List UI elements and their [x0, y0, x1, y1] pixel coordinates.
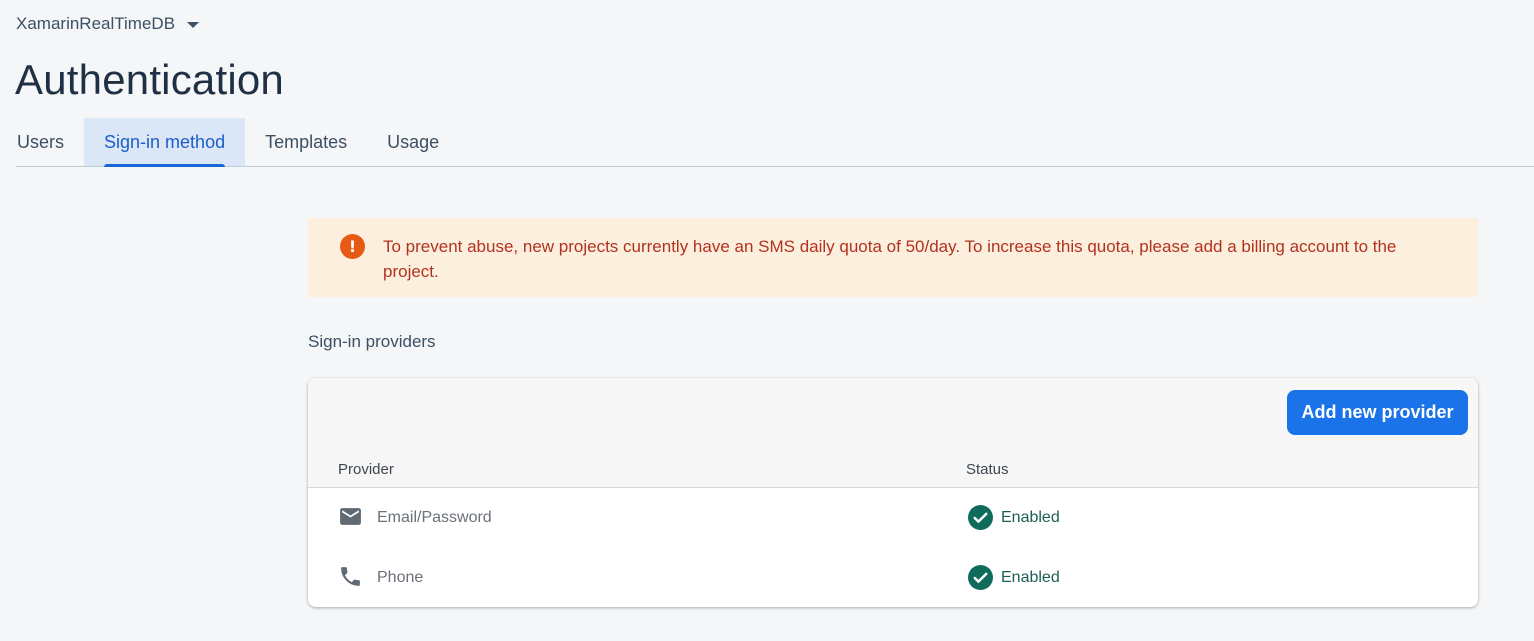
project-selector[interactable]: XamarinRealTimeDB [16, 14, 200, 34]
chevron-down-icon [187, 22, 200, 28]
table-header: Provider Status [308, 453, 1478, 488]
project-name: XamarinRealTimeDB [16, 14, 176, 33]
check-circle-icon [968, 505, 993, 530]
phone-icon [341, 567, 360, 586]
status-text: Enabled [1001, 568, 1060, 586]
provider-name: Email/Password [377, 509, 492, 526]
sms-quota-alert: ! To prevent abuse, new projects current… [308, 218, 1478, 297]
column-header-provider: Provider [338, 461, 394, 478]
error-exclamation-icon: ! [340, 234, 365, 259]
tab-bar: Users Sign-in method Templates Usage [16, 118, 1534, 167]
table-row[interactable]: Phone Enabled [308, 548, 1478, 607]
providers-card: Add new provider Provider Status Email/P… [308, 378, 1478, 607]
status-badge: Enabled [968, 505, 1060, 530]
tab-templates[interactable]: Templates [245, 118, 367, 166]
column-header-status: Status [966, 461, 1009, 478]
status-text: Enabled [1001, 508, 1060, 526]
table-row[interactable]: Email/Password Enabled [308, 488, 1478, 549]
tab-users[interactable]: Users [16, 118, 84, 166]
provider-name: Phone [377, 569, 424, 586]
page-title: Authentication [15, 56, 284, 103]
tab-usage[interactable]: Usage [367, 118, 459, 166]
alert-text: To prevent abuse, new projects currently… [383, 237, 1397, 281]
email-icon [340, 508, 361, 525]
check-circle-icon [968, 565, 993, 590]
add-new-provider-button[interactable]: Add new provider [1287, 390, 1468, 435]
section-title: Sign-in providers [308, 332, 436, 351]
status-badge: Enabled [968, 565, 1060, 590]
tab-sign-in-method[interactable]: Sign-in method [84, 118, 246, 167]
